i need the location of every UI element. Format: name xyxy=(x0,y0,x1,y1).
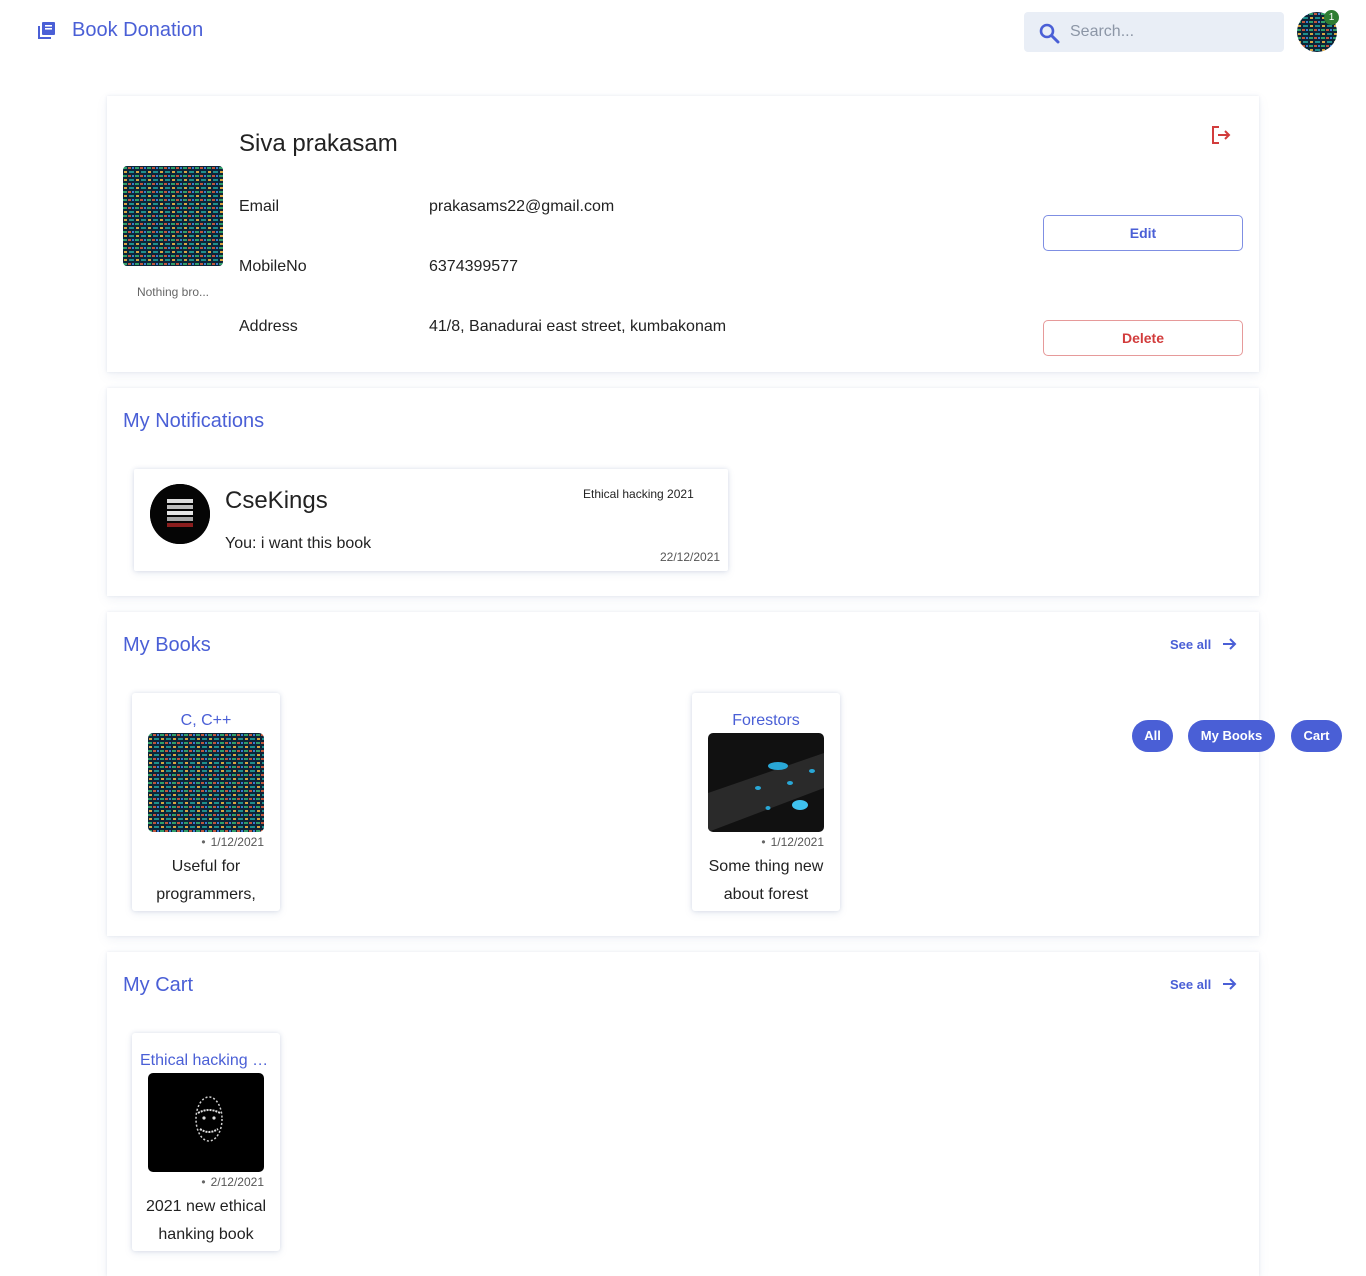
my-cart-card: My Cart See all Ethical hacking 2021 2/1… xyxy=(107,952,1259,1276)
address-value: 41/8, Banadurai east street, kumbakonam xyxy=(429,318,727,335)
search-bar[interactable] xyxy=(1024,12,1284,52)
my-books-see-all-button[interactable]: See all xyxy=(1170,636,1237,652)
book-card[interactable]: Forestors 1/12/2021 Some thing new about… xyxy=(692,693,840,911)
arrow-right-icon xyxy=(1223,978,1237,990)
arrow-right-icon xyxy=(1223,638,1237,650)
profile-card: Nothing bro... Siva prakasam Email praka… xyxy=(107,96,1259,372)
my-books-card: My Books See all C, C++ 1/12/2021 Useful… xyxy=(107,612,1259,936)
mobile-label: MobileNo xyxy=(239,258,307,275)
notification-badge: 1 xyxy=(1324,10,1339,25)
book-title[interactable]: Forestors xyxy=(700,712,832,730)
chip-cart[interactable]: Cart xyxy=(1291,720,1342,752)
edit-button[interactable]: Edit xyxy=(1043,215,1243,251)
email-label: Email xyxy=(239,198,280,215)
profile-caption: Nothing bro... xyxy=(136,285,210,299)
book-date: 1/12/2021 xyxy=(201,835,264,849)
notification-message: You: i want this book xyxy=(225,535,372,552)
my-cart-title: My Cart xyxy=(123,974,193,996)
user-avatar-button[interactable]: 1 xyxy=(1297,10,1339,52)
my-books-title: My Books xyxy=(123,634,211,656)
book-description: Some thing new about forest xyxy=(708,858,824,903)
book-title[interactable]: Ethical hacking 2021 xyxy=(140,1052,272,1070)
address-label: Address xyxy=(239,318,298,335)
notification-date: 22/12/2021 xyxy=(660,550,721,564)
see-all-label: See all xyxy=(1170,636,1212,652)
book-cover xyxy=(148,733,264,832)
book-cover xyxy=(148,1073,264,1172)
chip-all[interactable]: All xyxy=(1132,720,1173,752)
delete-button[interactable]: Delete xyxy=(1043,320,1243,356)
email-value: prakasams22@gmail.com xyxy=(429,198,615,215)
cart-book-card[interactable]: Ethical hacking 2021 2/12/2021 2021 new … xyxy=(132,1033,280,1251)
brand-title: Book Donation xyxy=(72,19,204,41)
see-all-label: See all xyxy=(1170,976,1212,992)
notifications-card: My Notifications CseKings Ethical hackin… xyxy=(107,388,1259,596)
book-description: Useful for programmers, beginners xyxy=(156,858,256,903)
brand[interactable]: Book Donation xyxy=(36,19,203,42)
profile-image xyxy=(123,166,223,266)
book-date: 1/12/2021 xyxy=(761,835,824,849)
book-cover xyxy=(708,733,824,832)
search-input[interactable] xyxy=(1070,12,1275,52)
book-card[interactable]: C, C++ 1/12/2021 Useful for programmers,… xyxy=(132,693,280,911)
book-title[interactable]: C, C++ xyxy=(140,712,272,730)
mobile-value: 6374399577 xyxy=(429,258,518,275)
search-icon[interactable] xyxy=(1038,22,1060,44)
book-date: 2/12/2021 xyxy=(201,1175,264,1189)
notification-item[interactable]: CseKings Ethical hacking 2021 You: i wan… xyxy=(134,469,728,571)
notification-avatar xyxy=(150,484,210,544)
app-header: Book Donation 1 xyxy=(0,0,1366,64)
library-books-icon xyxy=(38,21,55,39)
notifications-title: My Notifications xyxy=(123,410,265,432)
book-description: 2021 new ethical hanking book xyxy=(145,1198,267,1243)
notification-book: Ethical hacking 2021 xyxy=(583,487,694,501)
logout-icon[interactable] xyxy=(1210,124,1232,146)
notification-sender: CseKings xyxy=(225,487,328,514)
chip-my-books[interactable]: My Books xyxy=(1188,720,1275,752)
profile-name: Siva prakasam xyxy=(239,130,398,157)
my-cart-see-all-button[interactable]: See all xyxy=(1170,976,1237,992)
